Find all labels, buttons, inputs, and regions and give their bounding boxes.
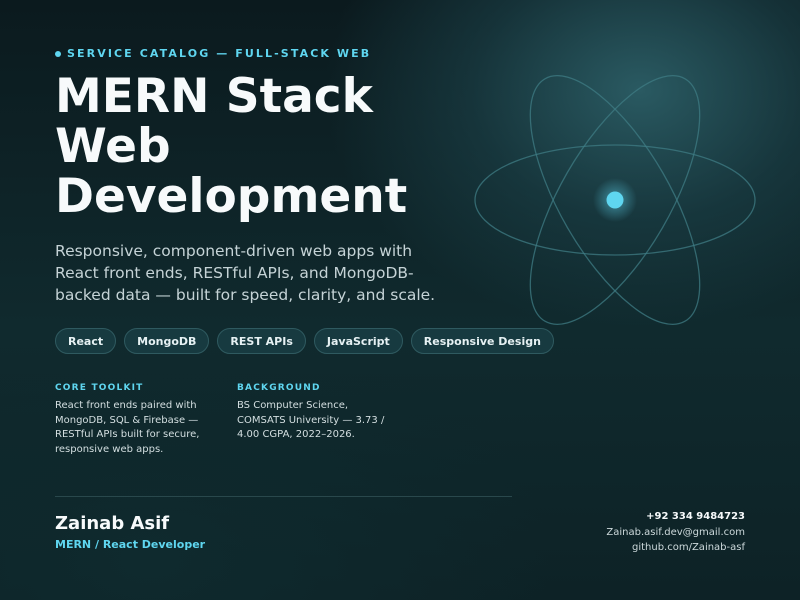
core-toolkit-heading: CORE TOOLKIT xyxy=(55,383,144,393)
bullet-dot-icon xyxy=(55,50,61,57)
tag-responsive-design: Responsive Design xyxy=(410,328,554,354)
core-toolkit-section: CORE TOOLKIT React front ends paired wit… xyxy=(55,383,215,457)
tag-list: React MongoDB REST APIs JavaScript Respo… xyxy=(55,328,554,354)
contact-email[interactable]: Zainab.asif.dev@gmail.com xyxy=(606,525,745,541)
profile-name: Zainab Asif xyxy=(55,513,170,534)
page-subtitle: Responsive, component-driven web apps wi… xyxy=(55,242,436,304)
profile-role: MERN / React Developer xyxy=(55,538,206,551)
tag-javascript: JavaScript xyxy=(313,328,403,354)
tag-rest-apis: REST APIs xyxy=(217,328,306,354)
tag-mongodb: MongoDB xyxy=(124,328,210,354)
contact-github[interactable]: github.com/Zainab-asf xyxy=(606,540,745,556)
footer-divider xyxy=(55,496,512,497)
contact-phone: +92 334 9484723 xyxy=(646,511,745,522)
background-text: BS Computer Science, COMSATS University … xyxy=(237,400,385,440)
eyebrow: SERVICE CATALOG — FULL-STACK WEB xyxy=(55,47,371,60)
contact-block: +92 334 9484723 Zainab.asif.dev@gmail.co… xyxy=(606,509,745,556)
page-title: MERN Stack Web Development xyxy=(55,69,408,224)
background-heading: BACKGROUND xyxy=(237,383,321,393)
react-atom-icon xyxy=(474,75,756,325)
background-section: BACKGROUND BS Computer Science, COMSATS … xyxy=(237,383,397,443)
tag-react: React xyxy=(55,328,117,354)
eyebrow-label: SERVICE CATALOG — FULL-STACK WEB xyxy=(67,47,372,60)
core-toolkit-text: React front ends paired with MongoDB, SQ… xyxy=(55,400,200,455)
